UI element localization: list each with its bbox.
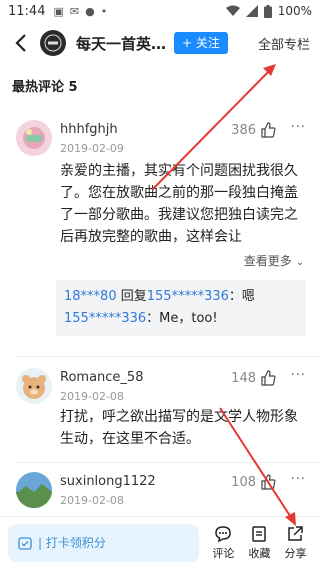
battery-icon [263, 4, 272, 18]
notification-dot-icon: • [100, 4, 108, 18]
battery-percent: 100% [277, 4, 312, 18]
see-more-link[interactable]: 查看更多 ⌄ [244, 252, 304, 269]
reply-box[interactable]: 18***80 回复155*****336：嗯 155*****336：Me，t… [56, 280, 306, 336]
avatar[interactable] [16, 472, 52, 508]
chat-icon: ● [85, 4, 95, 18]
message-icon: ✉ [69, 4, 80, 18]
album-cover[interactable] [40, 30, 66, 56]
reply-verb: 回复 [120, 289, 147, 304]
like-button[interactable]: 386 [231, 122, 276, 138]
thumbs-up-icon [261, 122, 276, 138]
like-count: 386 [231, 122, 256, 138]
comment-username[interactable]: Romance_58 [60, 370, 143, 385]
share-icon [288, 525, 304, 541]
comment-date: 2019-02-09 [60, 142, 124, 155]
more-options-icon[interactable]: ··· [291, 120, 306, 135]
all-columns-link[interactable]: 全部专栏 [258, 34, 310, 53]
comment-date: 2019-02-08 [60, 494, 124, 507]
back-button[interactable] [10, 32, 32, 54]
comment-label: 评论 [212, 546, 235, 560]
like-count: 148 [231, 370, 256, 386]
photo-icon: ▣ [53, 4, 64, 18]
reply-line: 155*****336：Me，too! [64, 308, 298, 330]
like-button[interactable]: 108 [231, 474, 276, 490]
like-button[interactable]: 148 [231, 370, 276, 386]
collect-label: 收藏 [248, 546, 271, 560]
status-right: 100% [225, 4, 312, 18]
divider [16, 356, 320, 357]
more-options-icon[interactable]: ··· [291, 472, 306, 487]
comment-text: 亲爱的主播，其实有个问题困扰我很久了。您在放歌曲之前的那一段独白掩盖了一部分歌曲… [60, 163, 298, 245]
reply-from-user[interactable]: 18***80 [64, 289, 117, 304]
wifi-icon [225, 5, 240, 16]
comment-username[interactable]: hhhfghjh [60, 122, 118, 137]
divider [16, 462, 320, 463]
reply-to-user[interactable]: 155*****336 [147, 289, 229, 304]
thumbs-up-icon [261, 474, 276, 490]
checkin-button[interactable]: | 打卡领积分 [8, 523, 199, 562]
comment-icon [215, 525, 232, 542]
comment-text: 打扰，呼之欲出描写的是文学人物形象生动，在这里不合适。 [60, 409, 298, 447]
share-label: 分享 [284, 546, 307, 560]
calendar-check-icon [18, 536, 32, 550]
status-bar: 11:44 ▣ ✉ ● • 100% [0, 0, 320, 22]
collect-button[interactable]: 收藏 [243, 525, 276, 561]
hot-comments-title: 最热评论 5 [12, 80, 78, 95]
status-time: 11:44 [8, 3, 46, 19]
follow-button[interactable]: + 关注 [174, 32, 228, 54]
avatar[interactable] [16, 368, 52, 404]
checkin-label: | 打卡领积分 [38, 536, 106, 550]
more-options-icon[interactable]: ··· [291, 368, 306, 383]
comment-date: 2019-02-08 [60, 390, 124, 403]
chevron-down-icon: ⌄ [295, 257, 304, 268]
thumbs-up-icon [261, 370, 276, 386]
top-header: 每天一首英文歌 + 关注 全部专栏 [0, 26, 320, 60]
comment-button[interactable]: 评论 [207, 525, 240, 561]
reply-line: 18***80 回复155*****336：嗯 [64, 286, 298, 308]
album-title: 每天一首英文歌 [76, 34, 168, 53]
see-more-label: 查看更多 [243, 254, 292, 268]
reply-text: ：Me，too! [146, 311, 218, 326]
avatar[interactable] [16, 120, 52, 156]
back-arrow-icon [15, 34, 26, 52]
collect-icon [252, 525, 267, 542]
reply-text: ：嗯 [228, 289, 255, 304]
bottom-bar: | 打卡领积分 评论 收藏 分享 [0, 516, 320, 568]
reply-from-user[interactable]: 155*****336 [64, 311, 146, 326]
like-count: 108 [231, 474, 256, 490]
share-button[interactable]: 分享 [279, 525, 312, 561]
album-logo-icon [44, 34, 62, 52]
comment-username[interactable]: suxinlong1122 [60, 474, 156, 489]
signal-icon [245, 5, 258, 17]
